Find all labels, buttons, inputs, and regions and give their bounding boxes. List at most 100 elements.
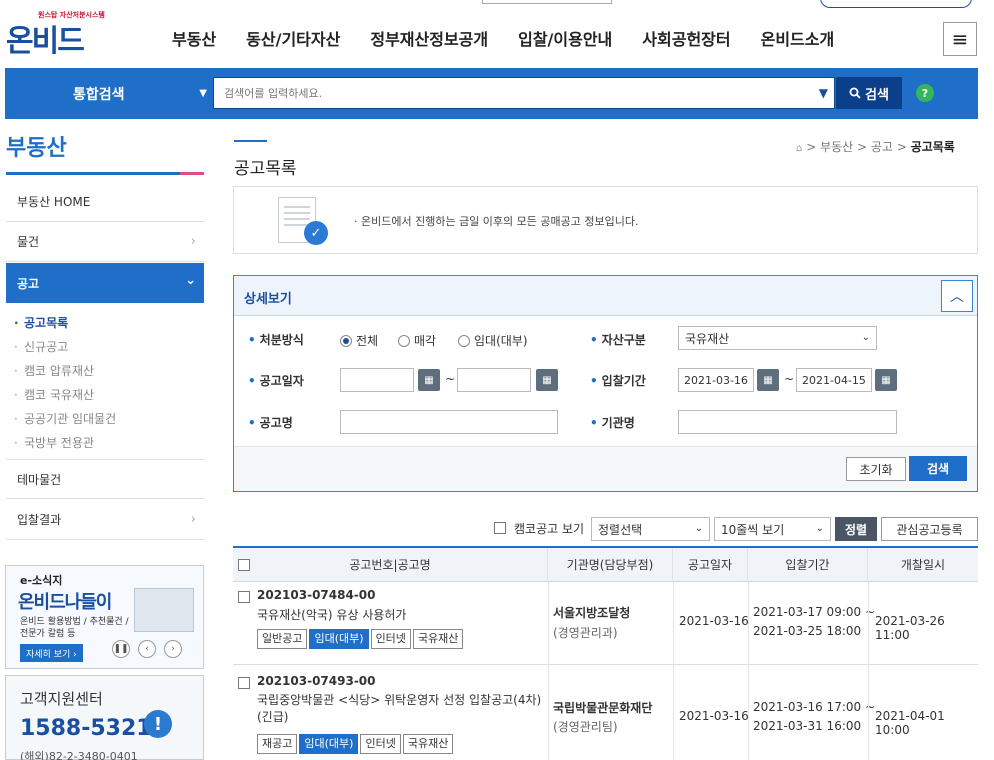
open-date: 2021-03-26 11:00: [875, 614, 945, 642]
reset-button[interactable]: 초기화: [846, 457, 906, 481]
banner-desc: 온비드 활용방법 / 추천물건 / 전문가 칼럼 등: [20, 617, 129, 639]
notice-date: 2021-03-16: [679, 614, 749, 628]
detail-search-button[interactable]: 검색: [909, 456, 967, 481]
sidebar-title: 부동산: [6, 136, 67, 161]
nav-bid-guide[interactable]: 입찰/이용안내: [518, 26, 612, 50]
org-name: 국립박물관문화재단: [553, 701, 653, 715]
tag: 임대(대부): [299, 734, 359, 754]
select-all-checkbox[interactable]: [238, 559, 250, 571]
page-title: 공고목록: [234, 159, 297, 179]
search-scope-select[interactable]: 통합검색 ▼: [11, 68, 211, 119]
notice-table: 공고번호|공고명 기관명(담당부점) 공고일자 입찰기간 개찰일시 202103…: [233, 546, 978, 760]
calendar-icon[interactable]: ▦: [418, 369, 440, 391]
collapse-button[interactable]: ︿: [941, 280, 973, 312]
radio-rental[interactable]: 임대(대부): [458, 332, 528, 349]
per-page-select[interactable]: 10줄씩 보기 ⌄: [714, 517, 831, 541]
sidebar-item-label: 테마물건: [17, 472, 62, 487]
search-button-label: 검색: [865, 87, 889, 103]
sidebar-item-theme[interactable]: 테마물건: [6, 459, 204, 499]
breadcrumb-item[interactable]: 부동산: [820, 140, 853, 154]
banner-more-button[interactable]: 자세히 보기 ›: [20, 644, 83, 662]
search-button[interactable]: 검색: [836, 77, 902, 109]
calendar-icon[interactable]: ▦: [757, 369, 779, 391]
notice-name[interactable]: 국유재산(악국) 유상 사용허가: [257, 606, 406, 623]
newsletter-banner[interactable]: e-소식지 온비드나들이 온비드 활용방법 / 추천물건 / 전문가 칼럼 등 …: [5, 565, 204, 669]
nav-about[interactable]: 온비드소개: [761, 26, 835, 50]
search-input-wrap: ▼: [213, 77, 835, 109]
header: 원스탑 자산처분시스템 온비드 부동산 동산/기타자산 정부재산정보공개 입찰/…: [0, 0, 994, 68]
open-date: 2021-04-01 10:00: [875, 709, 945, 737]
tag: 인터넷: [370, 629, 411, 649]
tag: 임대(대부): [309, 629, 369, 649]
table-header-notice: 공고번호|공고명: [233, 548, 548, 582]
nav-movables[interactable]: 동산/기타자산: [246, 26, 340, 50]
next-icon[interactable]: ›: [164, 640, 182, 658]
notice-tags: 일반공고 임대(대부) 인터넷 국유재산: [257, 629, 465, 649]
add-favorite-button[interactable]: 관심공고등록: [881, 517, 978, 541]
org-dept: (경영관리팀): [553, 720, 618, 734]
top-utility-pill-button[interactable]: [820, 0, 972, 8]
sidebar-sub-item-kamco-national[interactable]: · 캠코 국유재산: [6, 386, 204, 410]
sort-button[interactable]: 정렬: [835, 517, 877, 541]
nav-gov-property[interactable]: 정부재산정보공개: [370, 26, 488, 50]
nav-social-market[interactable]: 사회공헌장터: [642, 26, 730, 50]
notice-name-input[interactable]: [340, 410, 558, 434]
sidebar-sub-list: · 공고목록 · 신규공고 · 캠코 압류재산 · 캠코 국유재산 · 공공기관 임대물건…: [6, 314, 204, 458]
org-name-input[interactable]: [678, 410, 897, 434]
help-icon[interactable]: ?: [916, 84, 934, 102]
sort-select[interactable]: 정렬선택 ⌄: [591, 517, 710, 541]
org-name-label: 기관명: [590, 414, 635, 431]
row-checkbox[interactable]: [238, 677, 250, 689]
logo[interactable]: 원스탑 자산처분시스템 온비드: [6, 6, 106, 59]
nav-real-estate[interactable]: 부동산: [172, 26, 216, 50]
sidebar-sub-item-kamco-seized[interactable]: · 캠코 압류재산: [6, 362, 204, 386]
sidebar-item-bid-result[interactable]: 입찰결과 ›: [6, 500, 204, 540]
calendar-icon[interactable]: ▦: [536, 369, 558, 391]
breadcrumb-item[interactable]: 공고: [871, 140, 893, 154]
hamburger-menu-button[interactable]: ≡: [943, 22, 977, 56]
notice-number[interactable]: 202103-07484-00: [257, 588, 376, 602]
notice-name[interactable]: 국립중앙박물관 <식당> 위탁운영자 선정 입찰공고(4차)(긴급): [257, 692, 547, 726]
notice-date-to-input[interactable]: [457, 368, 531, 392]
pause-icon[interactable]: ❚❚: [112, 640, 130, 658]
sidebar-item-property[interactable]: 물건 ›: [6, 222, 204, 262]
check-icon: ✓: [304, 221, 328, 245]
top-utility-button[interactable]: [482, 0, 612, 4]
customer-center-banner: 고객지원센터 1588-5321 (해외)82-2-3480-0401 !: [5, 675, 204, 760]
sidebar-item-label: 물건: [17, 235, 40, 249]
sidebar-sub-item-notice-list[interactable]: · 공고목록: [6, 314, 204, 338]
sidebar-sub-item-public-rental[interactable]: · 공공기관 임대물건: [6, 410, 204, 434]
sidebar-item-notice[interactable]: 공고 ⌄: [6, 263, 204, 303]
bid-start: 2021-03-17 09:00 ~: [753, 605, 876, 619]
chevron-up-icon: ︿: [950, 289, 964, 305]
caret-down-icon[interactable]: ▼: [819, 86, 828, 100]
bid-period-from-input[interactable]: 2021-03-16: [678, 368, 754, 392]
kamco-only-checkbox[interactable]: [494, 522, 506, 534]
radio-sale[interactable]: 매각: [398, 332, 436, 349]
bid-end: 2021-03-31 16:00: [753, 719, 862, 733]
bid-period-label: 입찰기간: [590, 372, 646, 389]
sidebar-item-home[interactable]: 부동산 HOME: [6, 182, 204, 222]
sidebar-sub-item-new-notice[interactable]: · 신규공고: [6, 338, 204, 362]
asset-type-label: 자산구분: [590, 331, 646, 348]
chevron-right-icon: ›: [190, 234, 196, 249]
asset-type-select[interactable]: 국유재산 ⌄: [678, 326, 877, 350]
customer-center-phone: 1588-5321: [20, 716, 152, 741]
search-input[interactable]: [214, 78, 804, 108]
sidebar-sub-item-defense[interactable]: · 국방부 전용관: [6, 434, 204, 458]
notice-number[interactable]: 202103-07493-00: [257, 674, 376, 688]
prev-icon[interactable]: ‹: [138, 640, 156, 658]
notice-date-from-input[interactable]: [340, 368, 414, 392]
radio-all[interactable]: 전체: [340, 332, 378, 349]
exclamation-bubble-icon: !: [144, 710, 172, 738]
row-checkbox[interactable]: [238, 591, 250, 603]
newspaper-illustration: [134, 588, 194, 632]
calendar-icon[interactable]: ▦: [875, 369, 897, 391]
hamburger-icon: ≡: [951, 27, 969, 51]
banner-title: 온비드나들이: [18, 592, 112, 613]
info-box: ✓ · 온비드에서 진행하는 금일 이후의 모든 공매공고 정보입니다.: [233, 186, 978, 254]
table-header-bid-period: 입찰기간: [748, 548, 868, 582]
home-icon[interactable]: ⌂: [796, 143, 802, 154]
bid-period-to-input[interactable]: 2021-04-15: [796, 368, 872, 392]
breadcrumb: ⌂ > 부동산 > 공고 > 공고목록: [796, 140, 955, 154]
